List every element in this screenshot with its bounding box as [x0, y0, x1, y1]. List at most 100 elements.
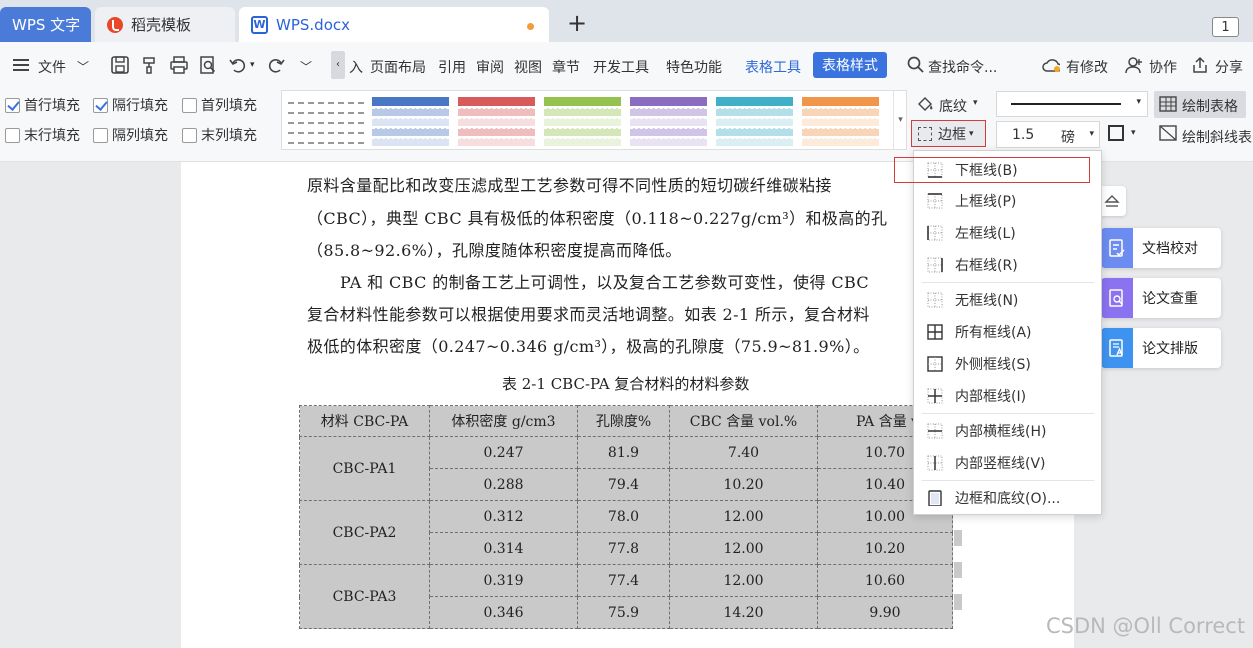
- table-cell[interactable]: 0.312: [429, 500, 578, 533]
- menu-item-borders-and-shading[interactable]: 边框和底纹(O)...: [914, 484, 1101, 512]
- table-caption[interactable]: 表 2-1 CBC-PA 复合材料的材料参数: [502, 373, 749, 394]
- table-cell[interactable]: 0.346: [429, 596, 578, 629]
- table-header-cell[interactable]: 孔隙度%: [577, 405, 670, 437]
- print-icon[interactable]: [170, 56, 188, 74]
- parameter-table[interactable]: 材料 CBC-PA 体积密度 g/cm3 孔隙度% CBC 含量 vol.% P…: [299, 405, 953, 629]
- table-header-cell[interactable]: CBC 含量 vol.%: [669, 405, 818, 437]
- tab-document[interactable]: W WPS.docx: [239, 7, 549, 42]
- shading-button[interactable]: 底纹: [939, 96, 967, 116]
- menu-item-no-border[interactable]: 无框线(N): [914, 286, 1101, 314]
- collapse-panel-icon[interactable]: [1098, 186, 1126, 216]
- checkbox-alternate-column-fill[interactable]: 隔列填充: [93, 125, 168, 145]
- menu-review[interactable]: 审阅: [476, 57, 504, 77]
- border-color-dropdown-icon[interactable]: ▾: [1131, 128, 1136, 138]
- table-style-cyan[interactable]: [716, 97, 793, 147]
- cloud-modified-icon[interactable]: [1042, 56, 1060, 74]
- paragraph-line[interactable]: （CBC），典型 CBC 具有极低的体积密度（0.118~0.227g/cm³）…: [307, 205, 887, 229]
- menu-special-features[interactable]: 特色功能: [666, 57, 722, 77]
- redo-icon[interactable]: [267, 56, 285, 74]
- hamburger-icon[interactable]: [13, 57, 31, 75]
- menu-file[interactable]: 文件: [38, 57, 66, 77]
- menu-developer[interactable]: 开发工具: [593, 57, 649, 77]
- paragraph-line[interactable]: PA 和 CBC 的制备工艺上可调性，以及复合工艺参数可变性，使得 CBC: [340, 269, 869, 293]
- draw-table-button[interactable]: 绘制表格: [1154, 91, 1246, 118]
- collaborate-icon[interactable]: [1125, 56, 1143, 74]
- new-tab-button[interactable]: +: [567, 9, 587, 37]
- table-cell[interactable]: 9.90: [817, 596, 953, 629]
- menu-insert[interactable]: 入: [349, 57, 363, 77]
- search-command-input[interactable]: 查找命令...: [928, 57, 997, 77]
- draw-diagonal-icon[interactable]: [1159, 125, 1177, 142]
- share-icon[interactable]: [1191, 56, 1209, 74]
- plagiarism-check-button[interactable]: 论文查重: [1101, 278, 1221, 318]
- table-cell[interactable]: 0.319: [429, 564, 578, 597]
- paragraph-line[interactable]: 极低的体积密度（0.247~0.346 g/cm³），极高的孔隙度（75.9~8…: [307, 333, 870, 357]
- table-header-cell[interactable]: 材料 CBC-PA: [299, 405, 430, 437]
- print-preview-icon[interactable]: [199, 56, 217, 74]
- shading-bucket-icon[interactable]: [916, 95, 936, 113]
- table-cell[interactable]: 10.60: [817, 564, 953, 597]
- menu-references[interactable]: 引用: [438, 57, 466, 77]
- menu-item-inside-borders[interactable]: 内部框线(I): [914, 382, 1101, 410]
- collaborate-button[interactable]: 协作: [1149, 57, 1177, 77]
- scroll-left-icon[interactable]: ‹: [331, 51, 345, 79]
- table-style-blue[interactable]: [372, 97, 449, 147]
- table-style-red[interactable]: [458, 97, 535, 147]
- table-cell[interactable]: 0.288: [429, 468, 578, 501]
- table-cell[interactable]: 14.20: [669, 596, 818, 629]
- table-header-cell[interactable]: 体积密度 g/cm3: [429, 405, 578, 437]
- table-style-purple[interactable]: [630, 97, 707, 147]
- table-style-orange[interactable]: [802, 97, 879, 147]
- menu-table-style[interactable]: 表格样式: [813, 52, 887, 78]
- table-cell[interactable]: 79.4: [577, 468, 670, 501]
- checkbox-alternate-row-fill[interactable]: 隔行填充: [93, 95, 168, 115]
- menu-view[interactable]: 视图: [514, 57, 542, 77]
- line-width-select[interactable]: 1.5 磅 ▾: [996, 121, 1100, 148]
- menu-item-left-border[interactable]: 左框线(L): [914, 219, 1101, 247]
- gallery-scroll-icon[interactable]: ▾: [893, 90, 907, 150]
- menu-item-outside-borders[interactable]: 外侧框线(S): [914, 350, 1101, 378]
- table-cell[interactable]: 0.314: [429, 532, 578, 565]
- table-cell[interactable]: 10.20: [817, 532, 953, 565]
- checkbox-last-row-fill[interactable]: 末行填充: [5, 125, 80, 145]
- table-cell[interactable]: 12.00: [669, 564, 818, 597]
- checkbox-first-column-fill[interactable]: 首列填充: [182, 95, 257, 115]
- search-icon[interactable]: [907, 56, 925, 74]
- menu-page-layout[interactable]: 页面布局: [370, 57, 426, 77]
- window-count-badge[interactable]: 1: [1209, 14, 1239, 37]
- table-cell-material[interactable]: CBC-PA1: [299, 436, 430, 501]
- proofread-button[interactable]: 文档校对: [1101, 228, 1221, 268]
- paragraph-line[interactable]: 复合材料性能参数可以根据使用要求而灵活地调整。如表 2-1 所示，复合材料: [307, 301, 870, 325]
- table-cell[interactable]: 75.9: [577, 596, 670, 629]
- undo-icon[interactable]: [229, 56, 247, 74]
- table-style-green[interactable]: [544, 97, 621, 147]
- line-style-select[interactable]: ▾: [996, 91, 1148, 117]
- table-cell[interactable]: 78.0: [577, 500, 670, 533]
- border-button[interactable]: 边框 ▾: [911, 120, 986, 147]
- table-style-plain[interactable]: [288, 97, 365, 147]
- modified-status[interactable]: 有修改: [1066, 57, 1108, 77]
- menu-item-all-borders[interactable]: 所有框线(A): [914, 318, 1101, 346]
- checkbox-last-column-fill[interactable]: 末列填充: [182, 125, 257, 145]
- table-cell[interactable]: 0.247: [429, 436, 578, 469]
- thesis-layout-button[interactable]: 论文排版: [1101, 328, 1221, 368]
- table-cell-material[interactable]: CBC-PA3: [299, 564, 430, 629]
- menu-sections[interactable]: 章节: [552, 57, 580, 77]
- quick-access-more-icon[interactable]: ﹀: [300, 58, 312, 75]
- table-cell[interactable]: 12.00: [669, 500, 818, 533]
- draw-diagonal-button[interactable]: 绘制斜线表: [1182, 127, 1252, 147]
- format-painter-icon[interactable]: [141, 56, 159, 74]
- table-cell-material[interactable]: CBC-PA2: [299, 500, 430, 565]
- table-cell[interactable]: 10.20: [669, 468, 818, 501]
- menu-table-tools[interactable]: 表格工具: [745, 57, 801, 77]
- paragraph-line[interactable]: 原料含量配比和改变压滤成型工艺参数可得不同性质的短切碳纤维碳粘接: [307, 172, 832, 196]
- file-chevron-down-icon[interactable]: ﹀: [77, 58, 89, 75]
- table-cell[interactable]: 12.00: [669, 532, 818, 565]
- table-cell[interactable]: 77.8: [577, 532, 670, 565]
- table-cell[interactable]: 77.4: [577, 564, 670, 597]
- table-cell[interactable]: 81.9: [577, 436, 670, 469]
- paragraph-line[interactable]: （85.8~92.6%），孔隙度随体积密度提高而降低。: [307, 237, 682, 261]
- undo-dropdown-icon[interactable]: ▾: [250, 60, 255, 70]
- save-icon[interactable]: [111, 56, 129, 74]
- menu-item-inside-horizontal[interactable]: 内部横框线(H): [914, 417, 1101, 445]
